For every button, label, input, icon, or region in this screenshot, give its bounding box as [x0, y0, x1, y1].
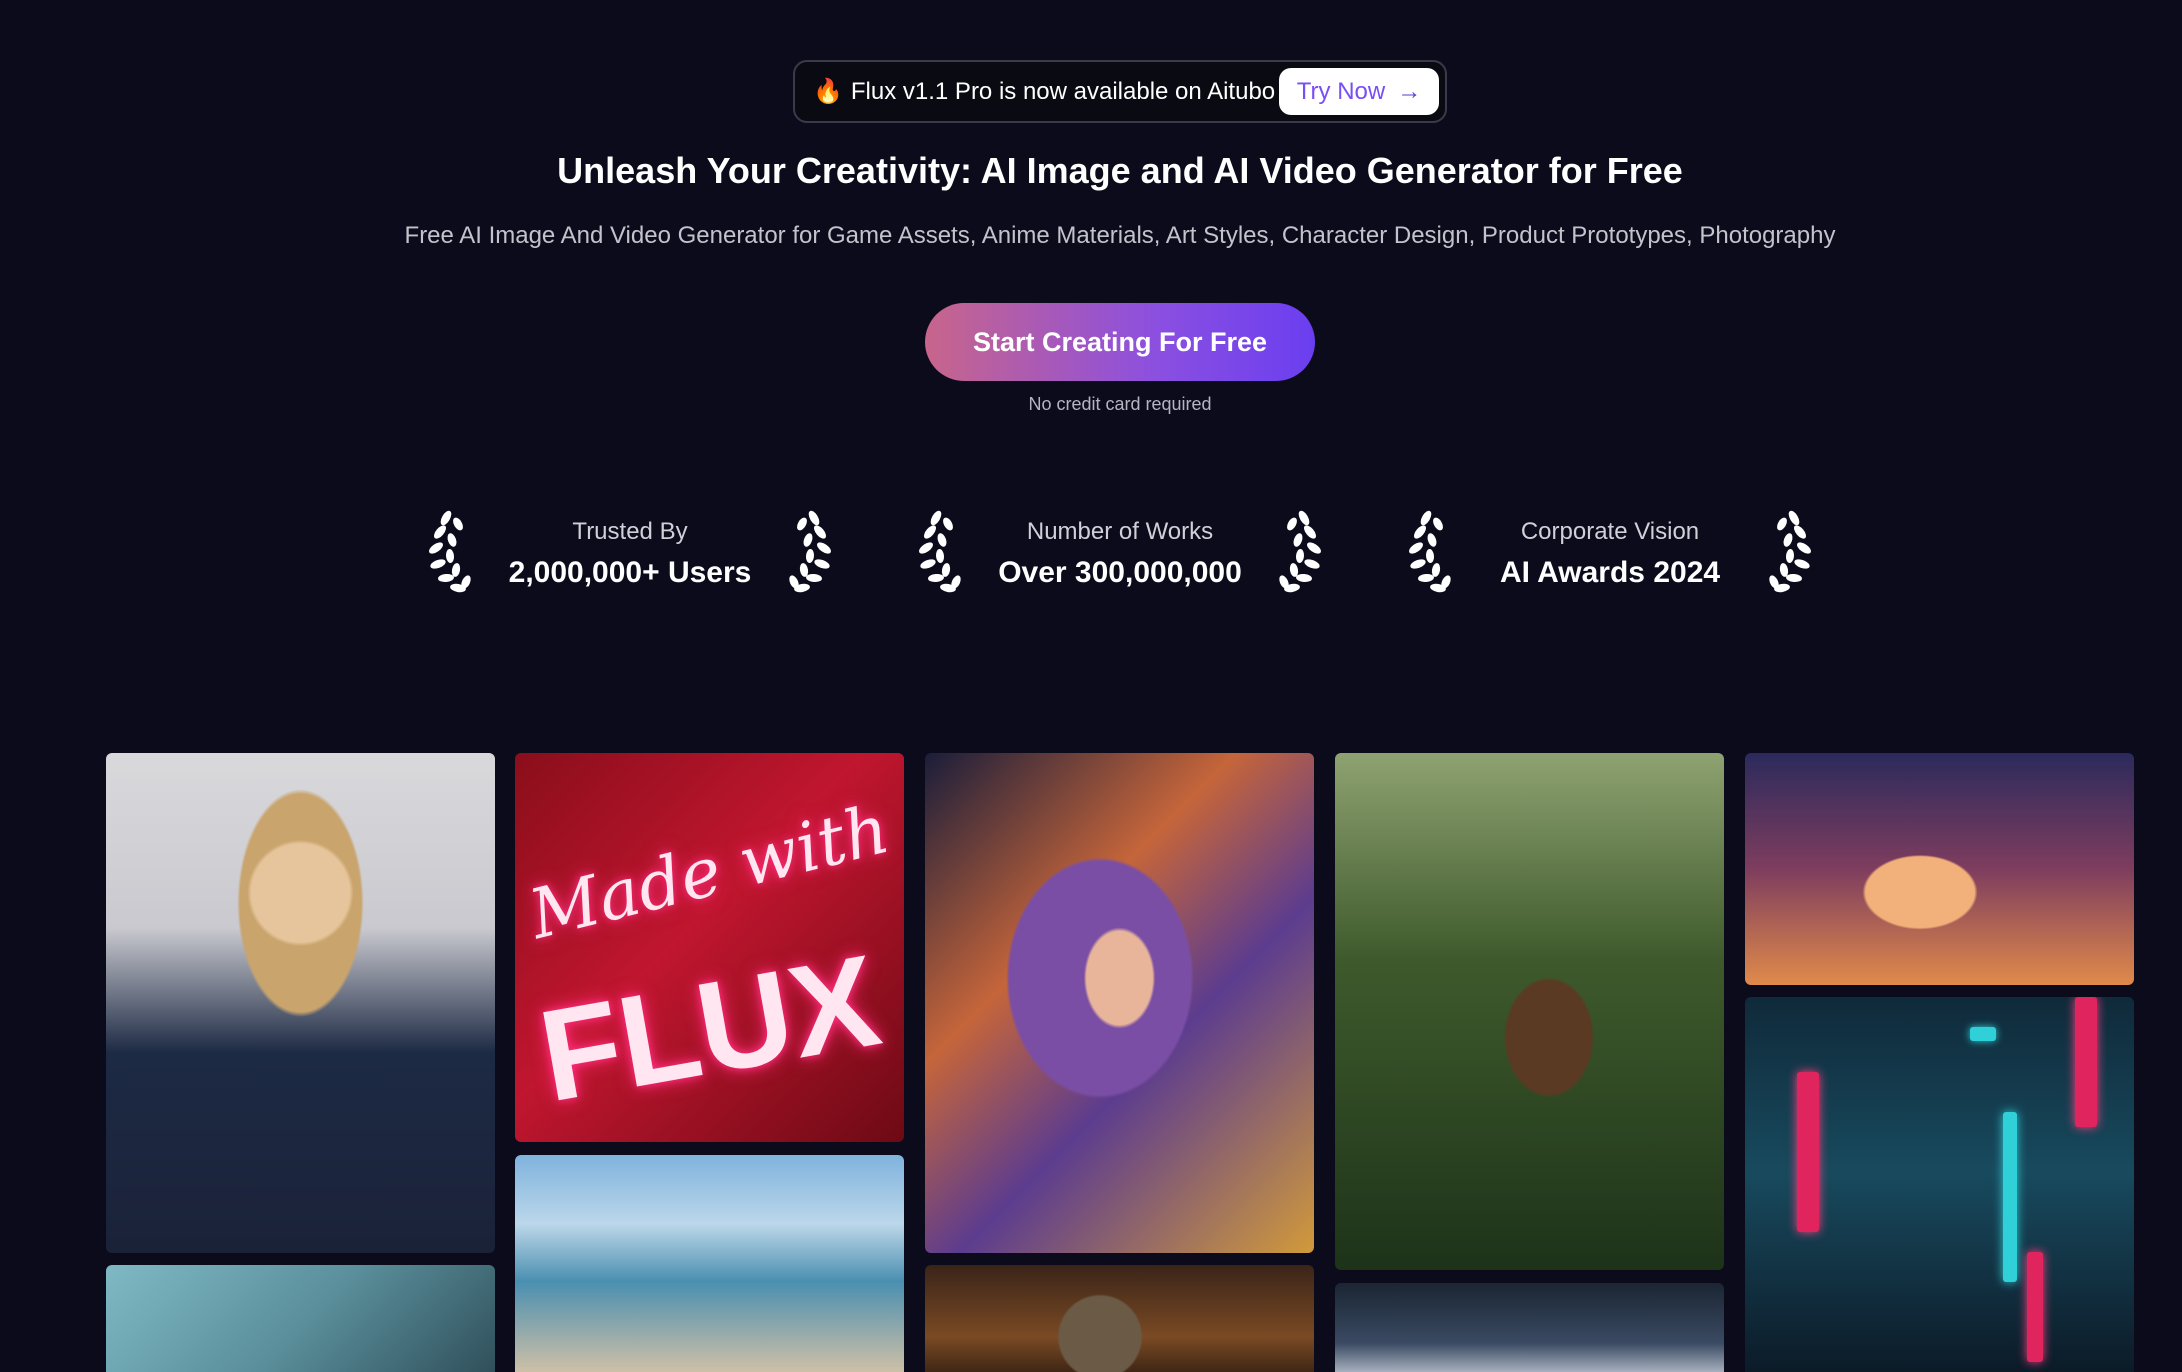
neon-sign-decoration — [2075, 997, 2097, 1127]
gallery-image-cat-goggles[interactable] — [925, 1265, 1314, 1372]
neon-sign-decoration — [1970, 1027, 1996, 1041]
laurel-right-icon — [1769, 510, 1811, 593]
stat-value: AI Awards 2024 — [1499, 556, 1721, 589]
laurel-right-icon — [789, 510, 831, 593]
gallery-image-creature[interactable] — [106, 1265, 495, 1372]
gallery-image-speaker-woman[interactable] — [106, 753, 495, 1253]
gallery-image-robot[interactable] — [1335, 1283, 1724, 1372]
stat-value: 2,000,000+ Users — [508, 556, 752, 589]
laurel-left-icon — [919, 510, 961, 593]
stat-value: Over 300,000,000 — [998, 556, 1242, 589]
start-creating-button[interactable]: Start Creating For Free — [925, 303, 1315, 381]
gallery-image-anime-girl[interactable] — [1745, 753, 2134, 985]
page-subtitle: Free AI Image And Video Generator for Ga… — [404, 222, 1836, 249]
gallery-image-neon-flux[interactable]: Made with FLUX — [515, 753, 904, 1142]
stat-users-text: Trusted By 2,000,000+ Users — [476, 518, 784, 590]
stat-label: Trusted By — [572, 518, 688, 545]
gallery-image-beach-woman[interactable] — [515, 1155, 904, 1372]
stat-awards: Corporate Vision AI Awards 2024 — [1400, 510, 1820, 600]
laurel-right-icon — [1279, 510, 1321, 593]
try-now-button[interactable]: Try Now → — [1279, 68, 1439, 115]
gallery-image-house-in-hand[interactable] — [1335, 753, 1724, 1270]
neon-sign-decoration — [2027, 1252, 2043, 1362]
landing-page: 🔥 Flux v1.1 Pro is now available on Aitu… — [0, 0, 2182, 1372]
arrow-right-icon: → — [1397, 77, 1422, 105]
stat-works: Number of Works Over 300,000,000 — [910, 510, 1330, 600]
announcement-text: Flux v1.1 Pro is now available on Aitubo — [850, 77, 1276, 105]
stat-label: Corporate Vision — [1520, 518, 1700, 545]
laurel-left-icon — [1409, 510, 1451, 593]
page-title: Unleash Your Creativity: AI Image and AI… — [557, 150, 1683, 191]
fire-icon: 🔥 — [813, 78, 843, 105]
gallery-image-painted-portrait[interactable] — [925, 753, 1314, 1253]
laurel-left-icon — [429, 510, 471, 593]
no-credit-card-note: No credit card required — [1028, 394, 1212, 414]
stat-label: Number of Works — [1026, 518, 1214, 545]
neon-text-line2: FLUX — [529, 926, 890, 1130]
announcement-banner: 🔥 Flux v1.1 Pro is now available on Aitu… — [793, 60, 1447, 123]
stat-users: Trusted By 2,000,000+ Users — [420, 510, 840, 600]
try-now-label: Try Now — [1296, 77, 1386, 105]
neon-sign-decoration — [1797, 1072, 1819, 1232]
neon-sign-decoration — [2003, 1112, 2017, 1282]
gallery-image-neon-city[interactable] — [1745, 997, 2134, 1372]
stat-works-text: Number of Works Over 300,000,000 — [966, 518, 1274, 590]
stat-awards-text: Corporate Vision AI Awards 2024 — [1456, 518, 1764, 590]
